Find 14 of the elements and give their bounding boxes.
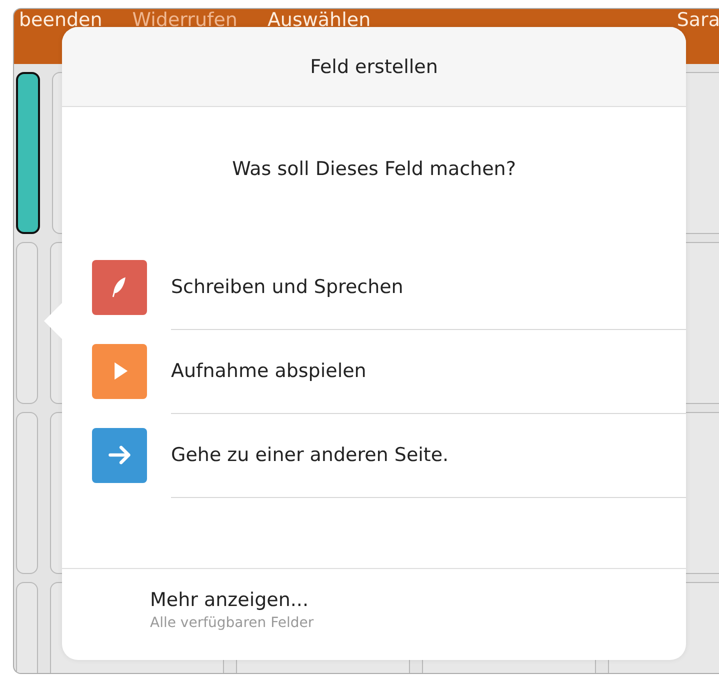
toolbar-button[interactable]: Auswählen bbox=[267, 9, 371, 31]
option-item[interactable]: Gehe zu einer anderen Seite. bbox=[92, 413, 686, 497]
toolbar-button[interactable]: beenden bbox=[19, 9, 102, 31]
option-label: Aufnahme abspielen bbox=[171, 360, 366, 382]
show-more-label: Mehr anzeigen... bbox=[150, 589, 309, 611]
popover-title: Feld erstellen bbox=[310, 56, 438, 78]
show-more-subtitle: Alle verfügbaren Felder bbox=[150, 615, 314, 631]
user-name[interactable]: Sara bbox=[676, 9, 719, 31]
option-label: Schreiben und Sprechen bbox=[171, 276, 404, 298]
option-item[interactable]: Schreiben und Sprechen bbox=[92, 245, 686, 329]
show-more-item[interactable]: Mehr anzeigen... Alle verfügbaren Felder bbox=[62, 568, 686, 660]
question-text: Was soll Dieses Feld machen? bbox=[232, 158, 516, 180]
option-label: Gehe zu einer anderen Seite. bbox=[171, 444, 449, 466]
option-item[interactable]: Aufnahme abspielen bbox=[92, 329, 686, 413]
